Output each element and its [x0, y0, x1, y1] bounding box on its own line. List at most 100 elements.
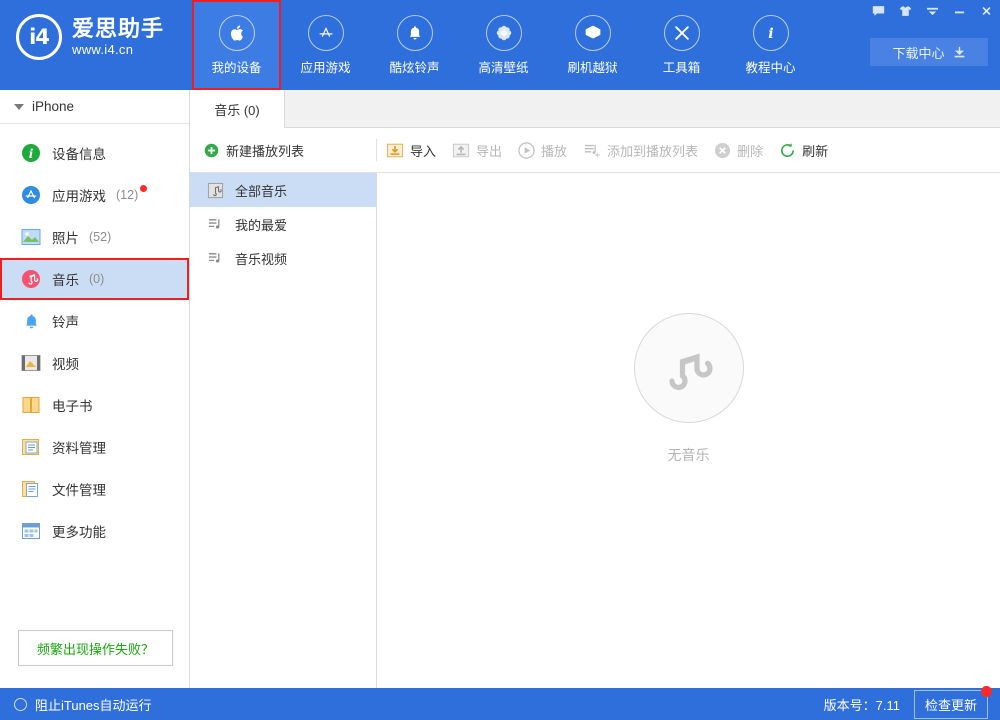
- refresh-button[interactable]: 刷新: [779, 141, 828, 160]
- nav-item-my-device[interactable]: 我的设备: [192, 0, 281, 90]
- sidebar-item-photos[interactable]: 照片 (52): [0, 216, 189, 258]
- menu-dropdown-icon[interactable]: [919, 0, 946, 22]
- sidebar-item-label: 视频: [52, 353, 79, 373]
- import-label: 导入: [410, 141, 436, 160]
- nav-item-wallpapers[interactable]: 高清壁纸: [459, 0, 548, 90]
- brand-name: 爱思助手: [72, 17, 164, 40]
- playlist-item-label: 音乐视频: [235, 249, 287, 268]
- window-controls: [865, 0, 1000, 22]
- tab-strip: 音乐 (0): [190, 90, 1000, 128]
- new-playlist-label: 新建播放列表: [226, 141, 304, 160]
- close-icon[interactable]: [973, 0, 1000, 22]
- toolbar-actions: 导入 导出 播放 添加到播放列表 删除 刷新: [386, 128, 828, 173]
- plus-circle-icon: [204, 143, 219, 158]
- minimize-icon[interactable]: [946, 0, 973, 22]
- sidebar-list: i 设备信息 应用游戏 (12) 照片 (52): [0, 124, 189, 552]
- file-manage-icon: [20, 478, 42, 500]
- nav-item-tutorials[interactable]: i 教程中心: [726, 0, 815, 90]
- import-icon: [386, 142, 404, 159]
- appstore-icon: [308, 15, 344, 51]
- video-icon: [20, 352, 42, 374]
- nav-item-apps-games[interactable]: 应用游戏: [281, 0, 370, 90]
- playlist-panel: 全部音乐 我的最爱 音乐视频: [190, 173, 377, 688]
- photos-icon: [20, 226, 42, 248]
- download-center-button[interactable]: 下载中心: [870, 38, 988, 66]
- nav-item-flash-jailbreak[interactable]: 刷机越狱: [548, 0, 637, 90]
- export-button: 导出: [452, 141, 502, 160]
- delete-label: 删除: [737, 141, 763, 160]
- sidebar-item-label: 应用游戏: [52, 185, 106, 205]
- refresh-label: 刷新: [802, 141, 828, 160]
- sidebar-item-label: 电子书: [52, 395, 93, 415]
- top-navigation: 我的设备 应用游戏 酷炫铃声: [192, 0, 815, 90]
- toolbar: 新建播放列表 导入 导出 播放 添加到播放列表 删除: [190, 128, 1000, 173]
- sidebar-item-file-manage[interactable]: 文件管理: [0, 468, 189, 510]
- sidebar-item-music[interactable]: 音乐 (0): [0, 258, 189, 300]
- play-button: 播放: [518, 141, 567, 160]
- app-window: i4 爱思助手 www.i4.cn 我的设备 应用游戏: [0, 0, 1000, 720]
- logo-mark-icon: i4: [16, 14, 62, 60]
- playlist-item-music-videos[interactable]: 音乐视频: [190, 241, 376, 275]
- toolbar-divider: [376, 139, 377, 161]
- sidebar-item-label: 更多功能: [52, 521, 106, 541]
- skin-icon[interactable]: [892, 0, 919, 22]
- update-available-dot: [981, 686, 992, 697]
- block-itunes-label: 阻止iTunes自动运行: [35, 695, 152, 714]
- help-link-button[interactable]: 频繁出现操作失败？: [18, 630, 173, 666]
- bell-icon: [397, 15, 433, 51]
- sidebar-item-label: 资料管理: [52, 437, 106, 457]
- nav-label: 刷机越狱: [567, 57, 617, 76]
- sidebar-item-label: 文件管理: [52, 479, 106, 499]
- playlist-item-favorites[interactable]: 我的最爱: [190, 207, 376, 241]
- nav-item-ringtones[interactable]: 酷炫铃声: [370, 0, 459, 90]
- content-area: 无音乐: [377, 173, 1000, 688]
- playlist-item-label: 我的最爱: [235, 215, 287, 234]
- info-badge-icon: i: [20, 142, 42, 164]
- nav-label: 教程中心: [745, 57, 795, 76]
- sidebar-item-count: (12): [116, 188, 138, 202]
- sidebar-item-label: 照片: [52, 227, 79, 247]
- nav-label: 高清壁纸: [478, 57, 528, 76]
- export-icon: [452, 142, 470, 159]
- add-to-playlist-icon: [583, 142, 601, 159]
- apple-icon: [219, 15, 255, 51]
- feedback-icon[interactable]: [865, 0, 892, 22]
- download-arrow-icon: [953, 46, 966, 59]
- add-to-playlist-label: 添加到播放列表: [607, 141, 698, 160]
- music-note-icon: [658, 337, 720, 399]
- status-bar-right: 版本号：7.11 检查更新: [824, 688, 988, 720]
- sidebar-item-ringtones[interactable]: 铃声: [0, 300, 189, 342]
- svg-text:i: i: [768, 26, 773, 42]
- ringtone-bell-icon: [20, 310, 42, 332]
- sidebar-item-label: 音乐: [52, 269, 79, 289]
- download-center-label: 下载中心: [892, 43, 944, 62]
- empty-state-label: 无音乐: [668, 445, 710, 465]
- playlist-item-all-music[interactable]: 全部音乐: [190, 173, 376, 207]
- sidebar-item-more-features[interactable]: 更多功能: [0, 510, 189, 552]
- import-button[interactable]: 导入: [386, 141, 436, 160]
- check-update-button[interactable]: 检查更新: [914, 690, 988, 719]
- playlist-icon: [204, 247, 226, 269]
- nav-label: 工具箱: [663, 57, 701, 76]
- sidebar-item-device-info[interactable]: i 设备信息: [0, 132, 189, 174]
- play-icon: [518, 142, 535, 159]
- sidebar-item-apps-games[interactable]: 应用游戏 (12): [0, 174, 189, 216]
- device-header[interactable]: iPhone: [0, 90, 189, 124]
- delete-button: 删除: [714, 141, 763, 160]
- sidebar-item-data-manage[interactable]: 资料管理: [0, 426, 189, 468]
- sidebar-item-ebooks[interactable]: 电子书: [0, 384, 189, 426]
- new-playlist-button[interactable]: 新建播放列表: [204, 128, 304, 173]
- app-logo: i4 爱思助手 www.i4.cn: [16, 14, 164, 60]
- nav-item-toolbox[interactable]: 工具箱: [637, 0, 726, 90]
- block-itunes-toggle[interactable]: 阻止iTunes自动运行: [14, 688, 152, 720]
- sidebar-item-count: (52): [89, 230, 111, 244]
- logo-text: 爱思助手 www.i4.cn: [72, 17, 164, 57]
- version-label: 版本号：7.11: [824, 695, 900, 714]
- all-music-icon: [204, 179, 226, 201]
- appstore-badge-icon: [20, 184, 42, 206]
- sidebar-item-videos[interactable]: 视频: [0, 342, 189, 384]
- help-link-label: 频繁出现操作失败？: [37, 639, 154, 658]
- tab-music[interactable]: 音乐 (0): [190, 90, 285, 128]
- box-icon: [575, 15, 611, 51]
- playlist-icon: [204, 213, 226, 235]
